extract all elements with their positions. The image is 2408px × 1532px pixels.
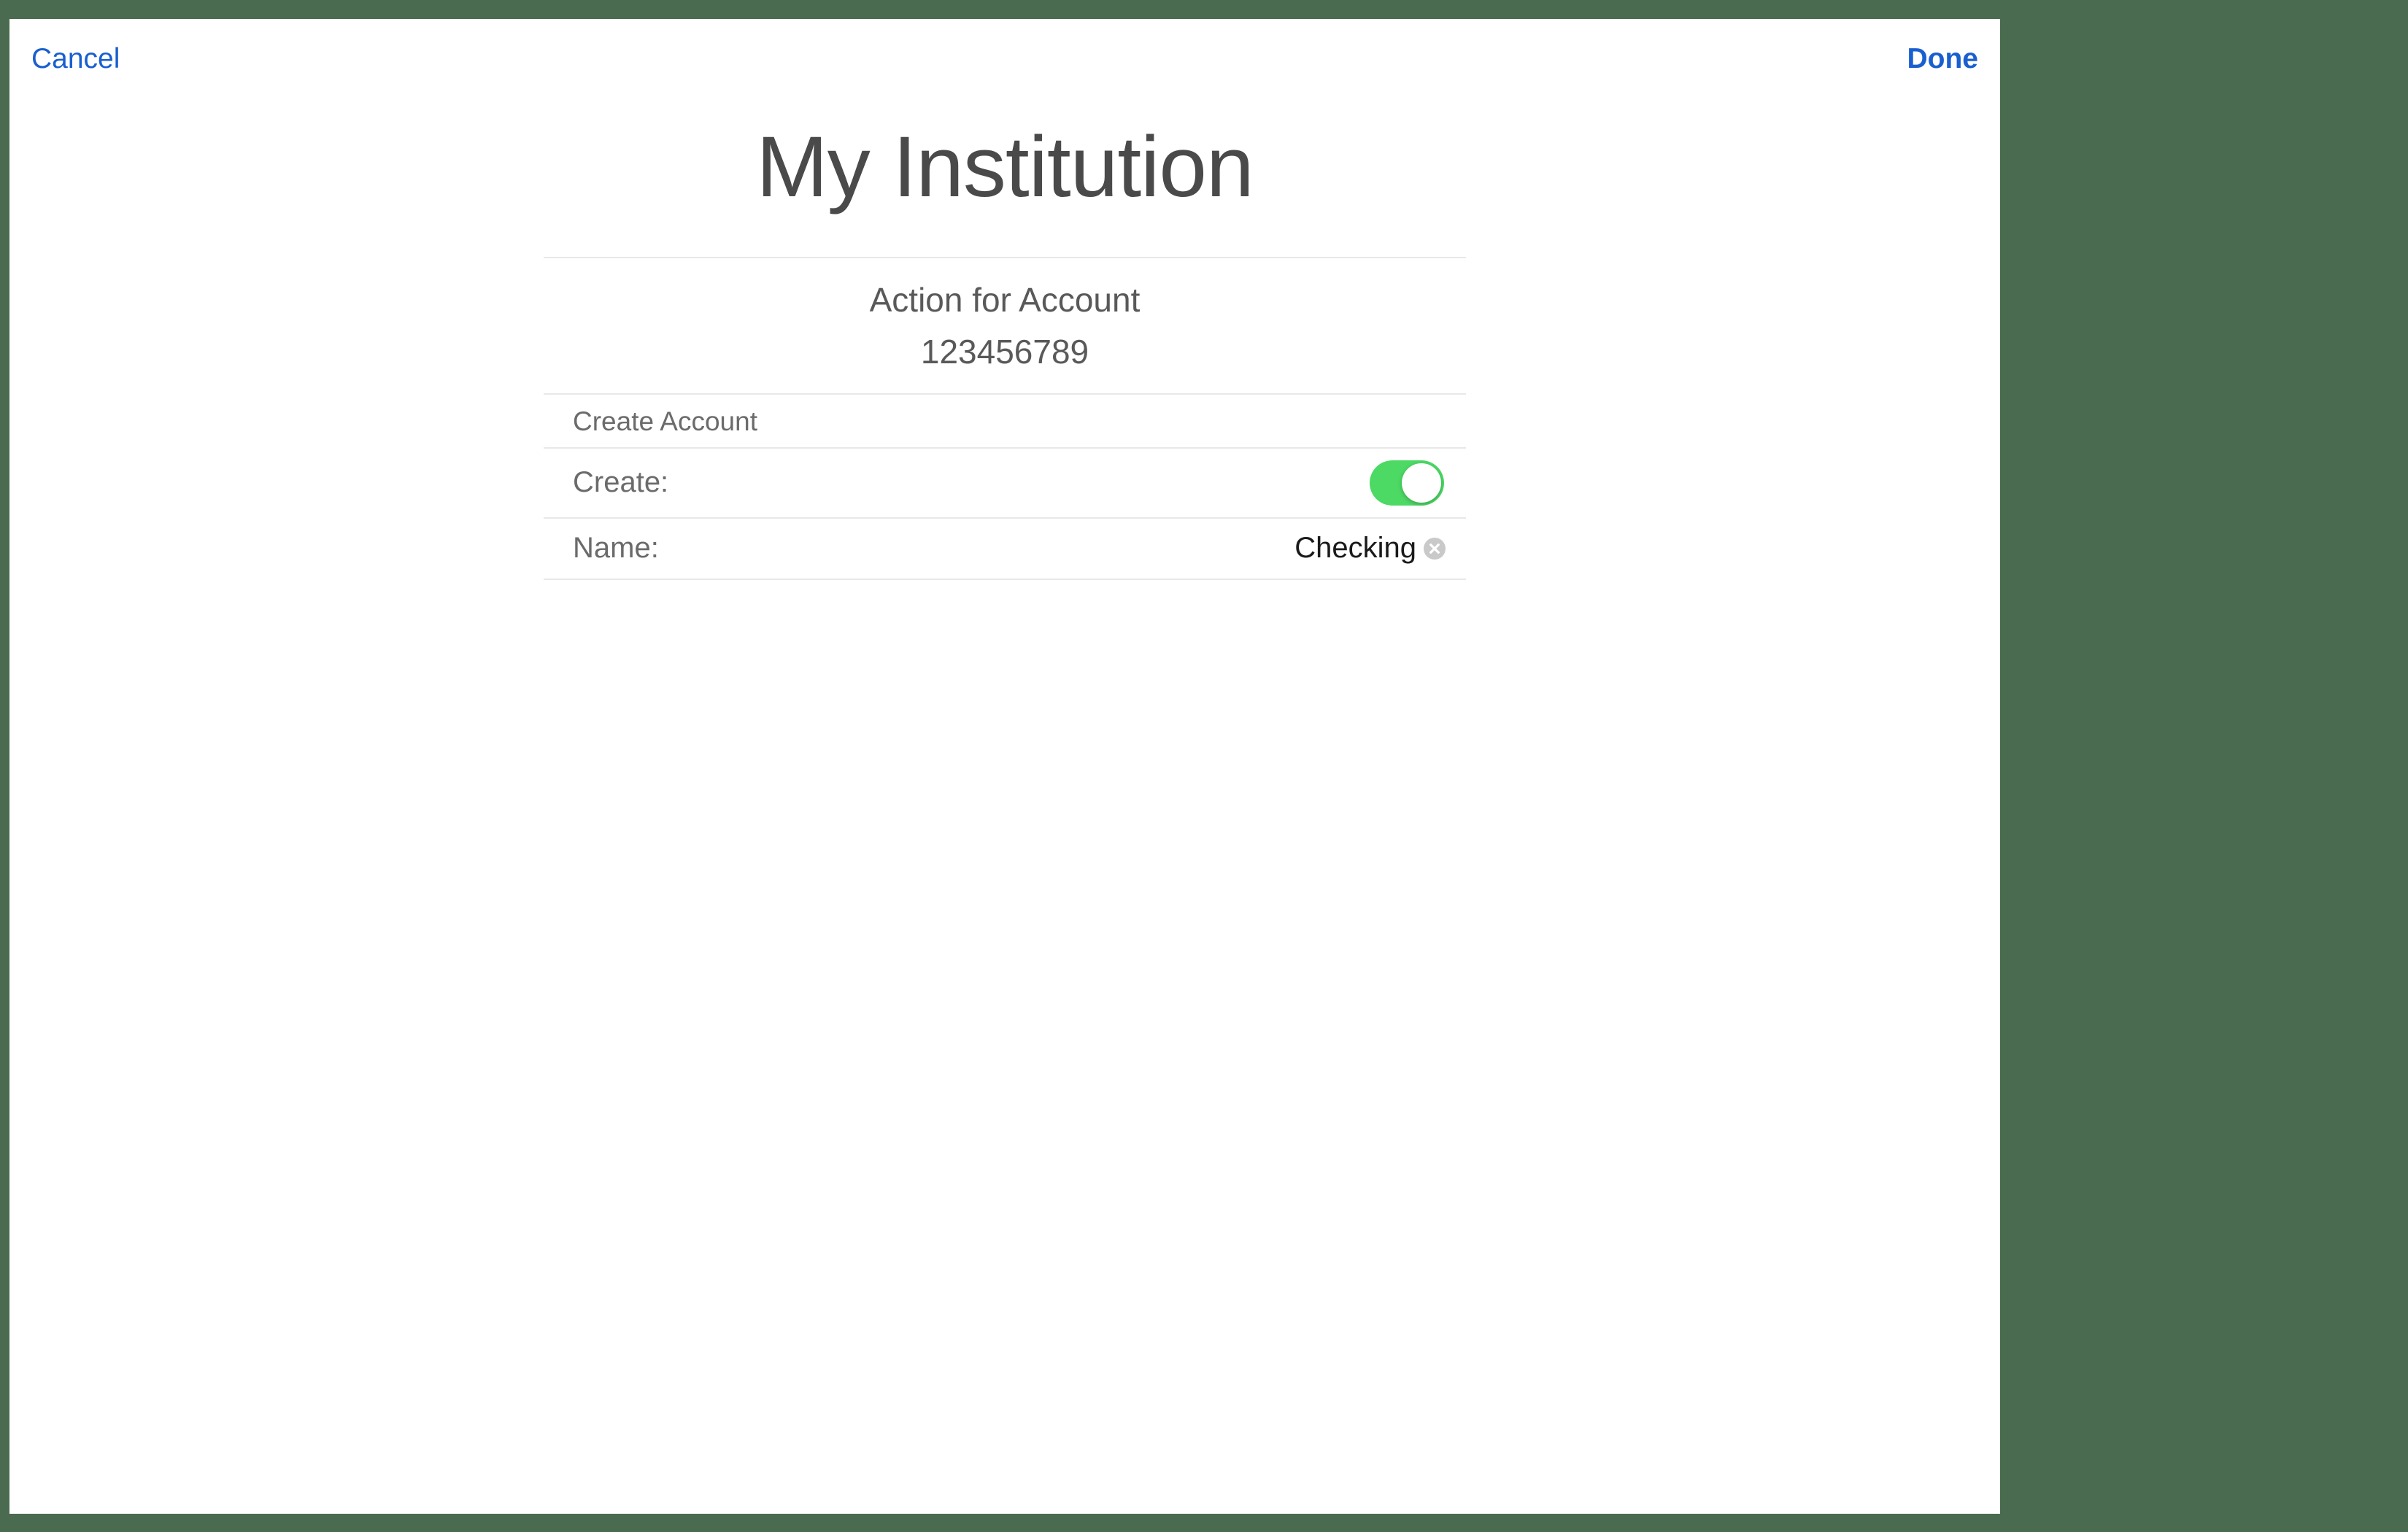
- done-button[interactable]: Done: [1907, 43, 1979, 75]
- action-header-text: Action for Account: [544, 274, 1466, 326]
- create-toggle[interactable]: [1370, 460, 1444, 506]
- toggle-knob: [1402, 463, 1441, 503]
- name-value-wrap: [1051, 532, 1446, 565]
- modal-sheet: Cancel Done My Institution Action for Ac…: [9, 19, 2000, 1514]
- action-header: Action for Account 123456789: [544, 257, 1466, 395]
- cancel-button[interactable]: Cancel: [31, 43, 120, 75]
- create-row: Create:: [544, 449, 1466, 519]
- name-label: Name:: [573, 532, 659, 565]
- clear-icon[interactable]: [1424, 538, 1446, 560]
- action-header-account: 123456789: [544, 326, 1466, 378]
- content-area: Action for Account 123456789 Create Acco…: [544, 257, 1466, 580]
- name-row: Name:: [544, 519, 1466, 580]
- create-label: Create:: [573, 466, 668, 499]
- section-label: Create Account: [544, 395, 1466, 449]
- page-title: My Institution: [9, 117, 2000, 217]
- toolbar: Cancel Done: [9, 19, 2000, 85]
- name-input[interactable]: [1051, 532, 1416, 565]
